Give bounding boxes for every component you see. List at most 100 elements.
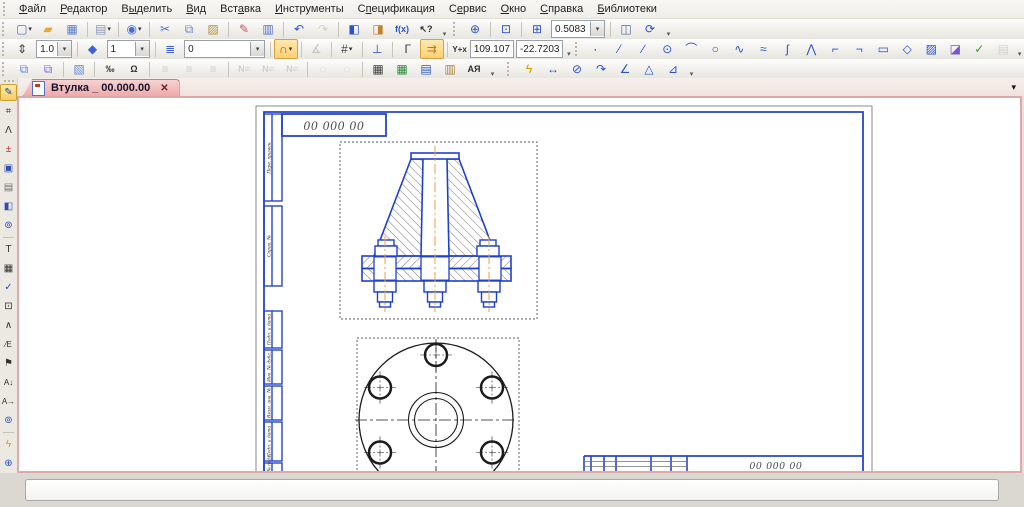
toolbar-overflow-chevron[interactable]: ▾ [687, 61, 696, 77]
style-brush-tool[interactable]: ✓ [967, 39, 991, 59]
toolbar-grip[interactable] [453, 22, 459, 36]
curve-tool[interactable]: ≈ [751, 39, 775, 59]
menu-окно[interactable]: Окно [494, 2, 534, 16]
current-layer-combo[interactable]: 0▾ [184, 40, 265, 58]
measure-button[interactable]: ϟ [517, 59, 541, 79]
current-view-combo[interactable]: 1▾ [107, 40, 150, 58]
point-tool[interactable]: · [583, 39, 607, 59]
panel-designations[interactable]: Λ [0, 122, 17, 139]
insert-table-button[interactable]: ▦ [366, 59, 390, 79]
spelling-button[interactable]: АЯ [462, 59, 486, 79]
panel-checks[interactable]: ✓ [0, 279, 17, 296]
menu-сервис[interactable]: Сервис [442, 2, 494, 16]
panel-quick-measure[interactable]: ϟ [0, 436, 17, 453]
menu-библиотеки[interactable]: Библиотеки [590, 2, 664, 16]
layers-button[interactable]: ≣ [158, 39, 182, 59]
broken-line-tool[interactable]: ⋀ [799, 39, 823, 59]
insert-excel-button[interactable]: ▦ [390, 59, 414, 79]
cursor-x-field[interactable]: 109.107 [470, 40, 514, 58]
save-all-button[interactable]: ◧ [342, 19, 366, 39]
zoom-scale-combo-dropdown-icon[interactable]: ▾ [590, 22, 604, 36]
toolbar-grip[interactable] [2, 42, 6, 56]
drawing-viewport[interactable]: Перв. примен. Справ. № Подп. и дата Инв.… [17, 96, 1022, 473]
panel-text[interactable]: Т [0, 241, 17, 258]
diameter-button[interactable]: ⊘ [565, 59, 589, 79]
current-layer-combo-dropdown-icon[interactable]: ▾ [250, 42, 264, 56]
area-button[interactable]: △ [637, 59, 661, 79]
ellipse-tool[interactable]: ○ [703, 39, 727, 59]
copy-properties-tool[interactable]: ◪ [943, 39, 967, 59]
insert-word-button[interactable]: ▤ [414, 59, 438, 79]
refresh-view-button[interactable]: ⟳ [638, 19, 662, 39]
zoom-scale-combo[interactable]: 0.5083▾ [551, 20, 605, 38]
undo-button[interactable]: ↶ [287, 19, 311, 39]
panel-tables[interactable]: ▦ [0, 260, 17, 277]
panel-fragment-tools[interactable]: ⊡ [0, 298, 17, 315]
toolbar-grip[interactable] [575, 42, 579, 56]
chamfer-tool[interactable]: ¬ [847, 39, 871, 59]
menu-файл[interactable]: Файл [12, 2, 53, 16]
line-scale-combo[interactable]: 1.0▾ [36, 40, 72, 58]
angle-button[interactable]: ∠ [613, 59, 637, 79]
local-csys-button[interactable]: ⊥ [365, 39, 389, 59]
copy-button[interactable]: ⧉ [177, 19, 201, 39]
arc-length-button[interactable]: ↷ [589, 59, 613, 79]
zoom-page-button[interactable]: ⊡ [494, 19, 518, 39]
ortho-mode-button[interactable]: Γ [396, 39, 420, 59]
menu-справка[interactable]: Справка [533, 2, 590, 16]
variables-button[interactable]: f(x) [390, 19, 414, 39]
print-button[interactable]: ▤▾ [91, 19, 115, 39]
panel-dimensions[interactable]: ⌗ [0, 103, 17, 120]
libraries-manager-button[interactable]: ◨ [366, 19, 390, 39]
panel-flags[interactable]: ⚑ [0, 355, 17, 372]
permille-button[interactable]: ‰ [98, 59, 122, 79]
line-weight-button[interactable]: ⇕ [10, 39, 34, 59]
toolbar-overflow-chevron[interactable]: ▾ [488, 61, 497, 77]
menu-вставка[interactable]: Вставка [213, 2, 268, 16]
cut-button[interactable]: ✂ [153, 19, 177, 39]
drawing-canvas[interactable]: Перв. примен. Справ. № Подп. и дата Инв.… [19, 98, 1020, 471]
corner-tool[interactable]: ⌐ [823, 39, 847, 59]
tab-list-dropdown-icon[interactable]: ▾ [1011, 82, 1016, 93]
panel-angle-tools[interactable]: ∧ [0, 317, 17, 334]
snap-magnet-button[interactable]: ∩▾ [274, 39, 298, 59]
panel-associative-views[interactable]: ⊚ [0, 217, 17, 234]
panel-text-right[interactable]: A→ [0, 393, 17, 410]
mass-properties-button[interactable]: ⊿ [661, 59, 685, 79]
properties-button[interactable]: ▥ [256, 19, 280, 39]
zoom-in-button[interactable]: ⊕ [463, 19, 487, 39]
toolbar-overflow-chevron[interactable]: ▾ [440, 21, 449, 37]
cursor-y-field[interactable]: -22.7203 [516, 40, 563, 58]
rectangle-tool[interactable]: ▭ [871, 39, 895, 59]
segment-tool[interactable]: ∕ [631, 39, 655, 59]
toolbar-grip[interactable] [2, 22, 8, 36]
toolbar-overflow-chevron[interactable]: ▾ [1017, 41, 1022, 57]
polygon-tool[interactable]: ◇ [895, 39, 919, 59]
menu-grip[interactable] [3, 2, 9, 16]
zoom-selection-button[interactable]: ⊞ [525, 19, 549, 39]
continuous-input-tool[interactable]: ∿ [727, 39, 751, 59]
copy-properties-button[interactable]: ⧉ [36, 59, 60, 79]
toolbar-overflow-chevron[interactable]: ▾ [566, 41, 571, 57]
toolbar-grip[interactable] [507, 62, 513, 76]
menu-спецификация[interactable]: Спецификация [351, 2, 442, 16]
insert-ole-button[interactable]: ▥ [438, 59, 462, 79]
paste-button[interactable]: ▨ [201, 19, 225, 39]
toolbar-grip[interactable] [2, 62, 8, 76]
copy-object-button[interactable]: ⧉ [12, 59, 36, 79]
current-view-combo-dropdown-icon[interactable]: ▾ [135, 42, 149, 56]
save-document-button[interactable]: ▦ [60, 19, 84, 39]
open-document-button[interactable]: ▰ [36, 19, 60, 39]
line-scale-combo-dropdown-icon[interactable]: ▾ [57, 42, 71, 56]
circle-tool[interactable]: ⊙ [655, 39, 679, 59]
status-message-bar[interactable] [25, 479, 999, 501]
aux-line-tool[interactable]: ⁄ [607, 39, 631, 59]
bezier-tool[interactable]: ʃ [775, 39, 799, 59]
round-coords-button[interactable]: ⇉ [420, 39, 444, 59]
distance-button[interactable]: ↔ [541, 59, 565, 79]
menu-вид[interactable]: Вид [179, 2, 213, 16]
insert-fragment-button[interactable]: ▧ [67, 59, 91, 79]
panel-insert-objects[interactable]: ⊚ [0, 412, 17, 429]
fit-document-button[interactable]: ◫ [614, 19, 638, 39]
format-painter-button[interactable]: ✎ [232, 19, 256, 39]
